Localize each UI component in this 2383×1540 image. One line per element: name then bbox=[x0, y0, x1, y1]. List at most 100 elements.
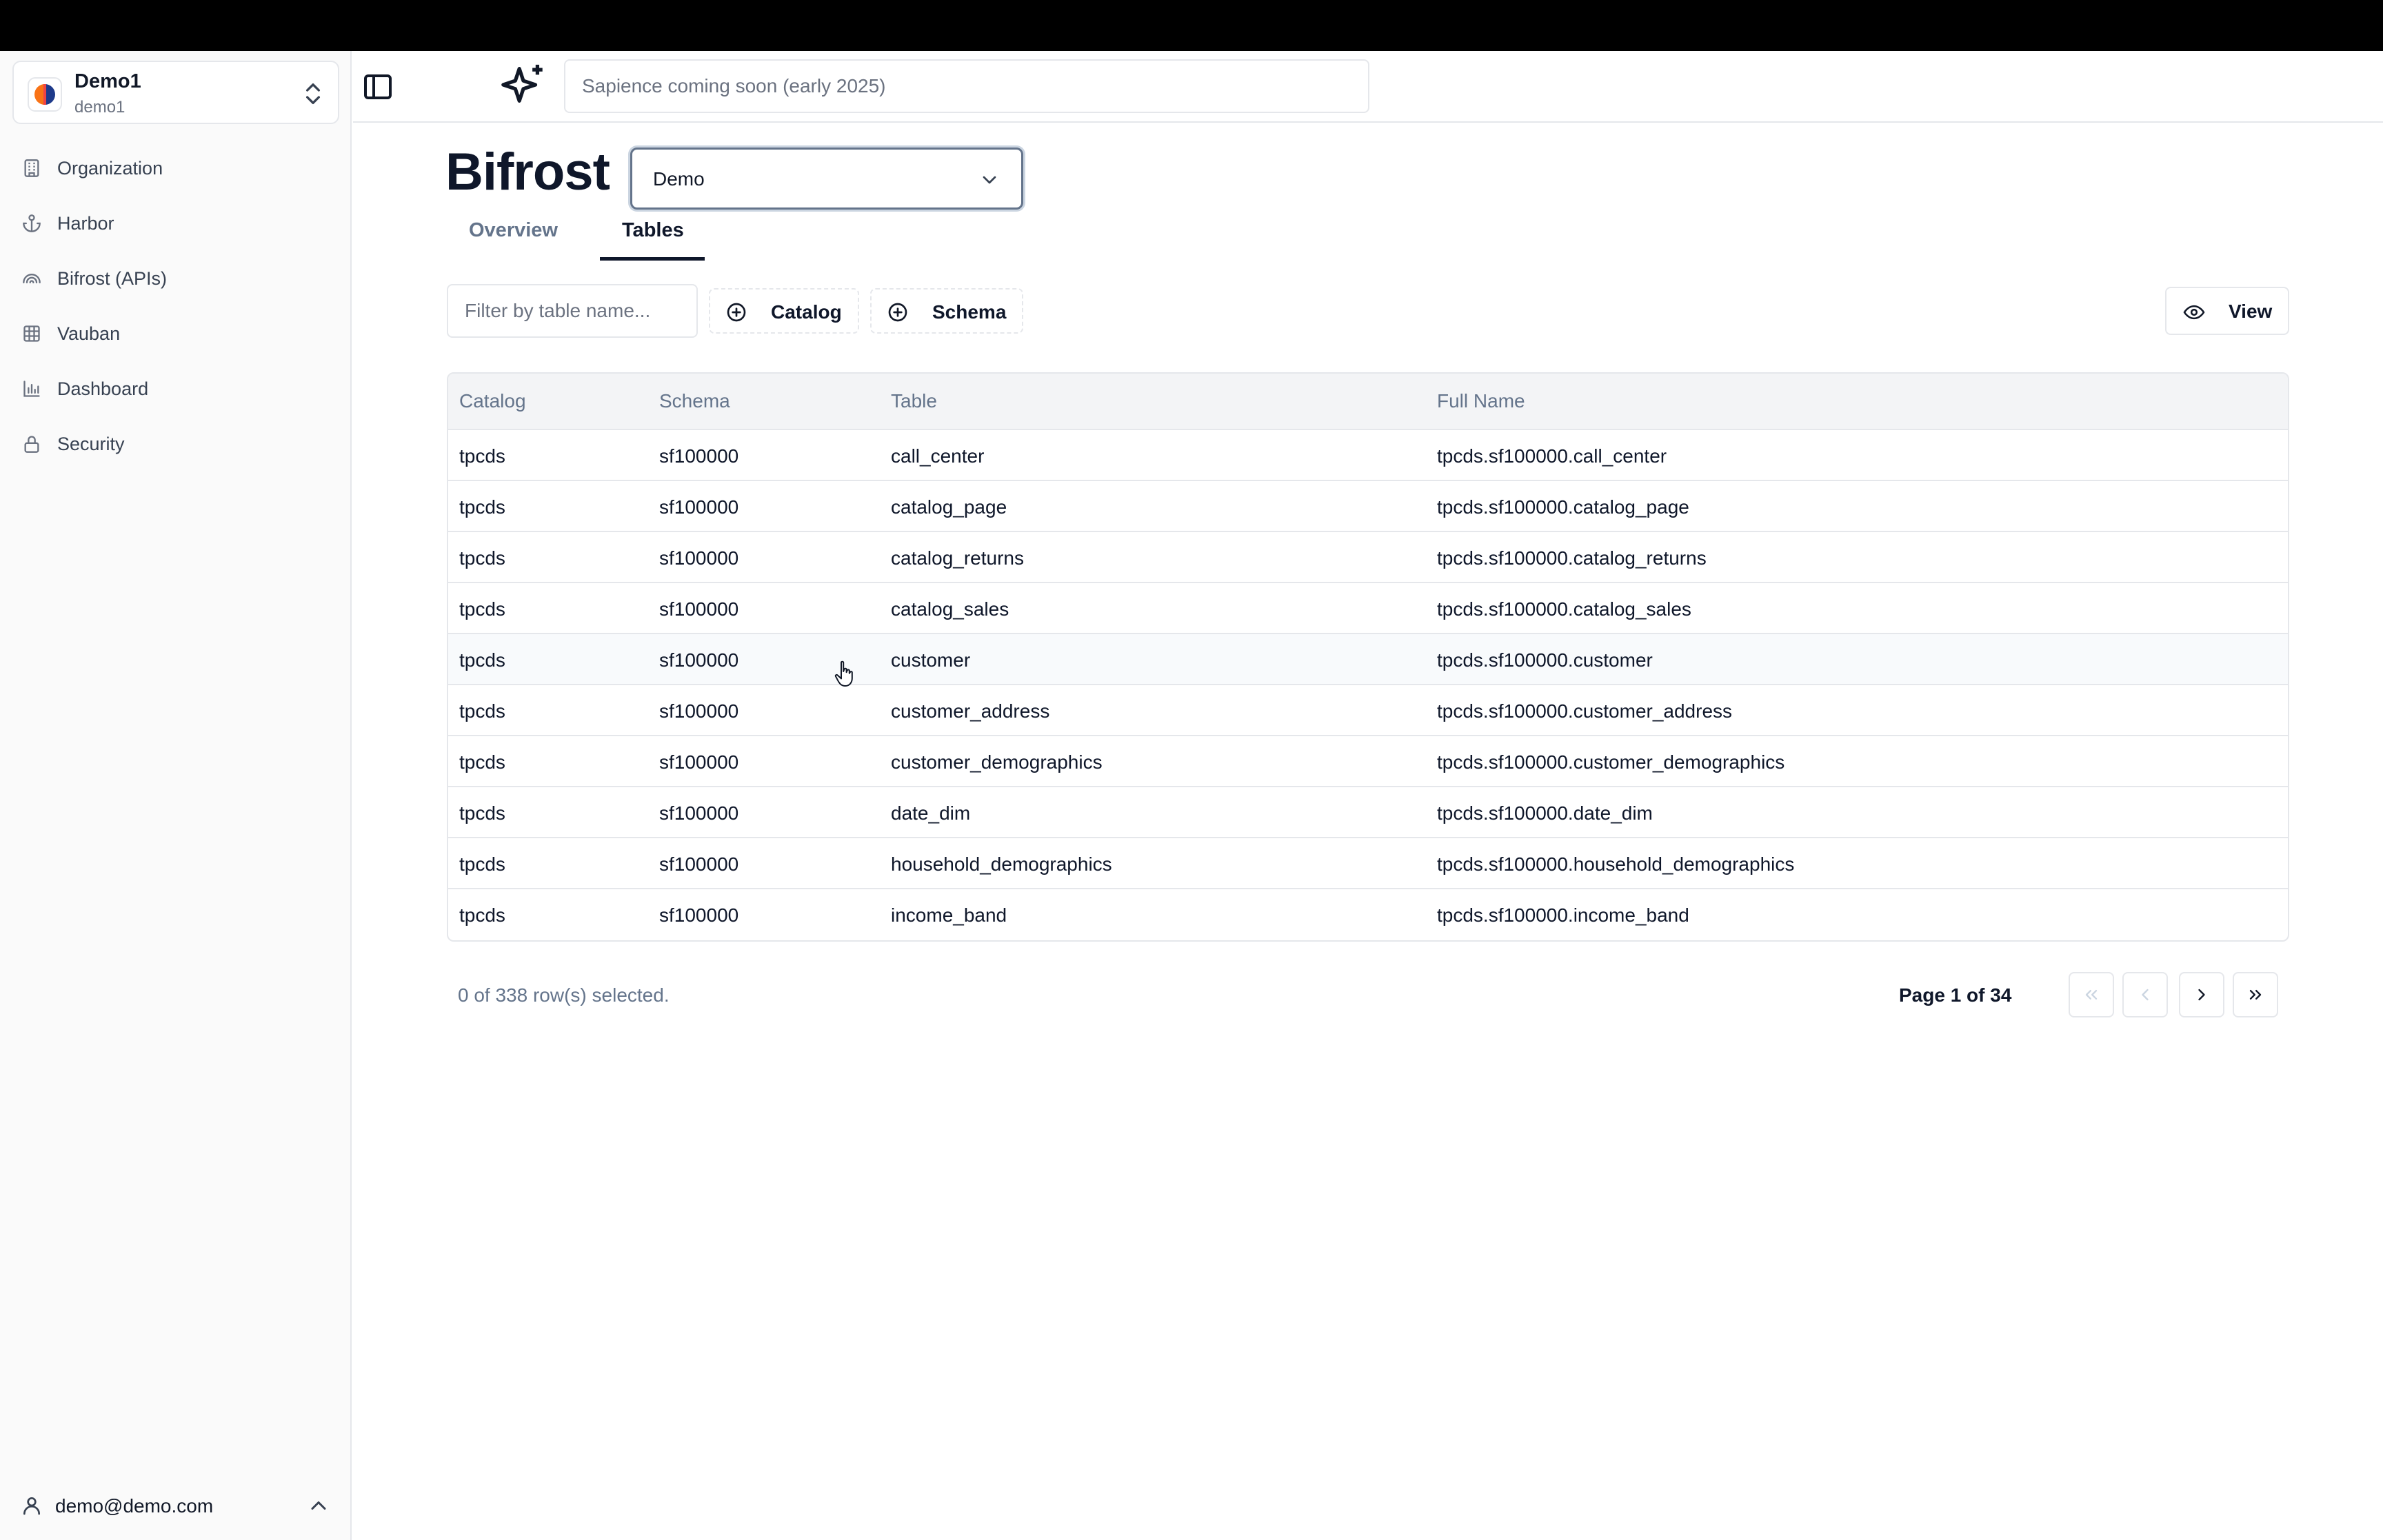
chevrons-up-down-icon bbox=[306, 83, 320, 104]
page-title: Bifrost bbox=[445, 143, 610, 201]
tab-tables[interactable]: Tables bbox=[622, 219, 684, 242]
sidebar-item-security[interactable]: Security bbox=[12, 421, 339, 466]
active-tab-indicator bbox=[600, 257, 705, 261]
cell-catalog: tpcds bbox=[459, 700, 505, 722]
sidebar-item-vauban[interactable]: Vauban bbox=[12, 310, 339, 356]
user-menu[interactable]: demo@demo.com bbox=[12, 1483, 339, 1528]
sparkles-icon bbox=[501, 64, 543, 103]
org-name: Demo1 bbox=[74, 70, 141, 92]
cell-catalog: tpcds bbox=[459, 853, 505, 875]
table-row[interactable]: tpcds sf100000 income_band tpcds.sf10000… bbox=[448, 889, 2288, 940]
tab-overview[interactable]: Overview bbox=[469, 219, 558, 242]
schema-filter-label: Schema bbox=[932, 301, 1007, 323]
previous-page-button[interactable] bbox=[2122, 972, 2168, 1017]
table-row[interactable]: tpcds sf100000 catalog_returns tpcds.sf1… bbox=[448, 532, 2288, 583]
user-email: demo@demo.com bbox=[55, 1495, 214, 1517]
last-page-button[interactable] bbox=[2233, 972, 2278, 1017]
cell-full-name: tpcds.sf100000.catalog_page bbox=[1437, 496, 1689, 518]
sidebar-item-organization[interactable]: Organization bbox=[12, 145, 339, 190]
eye-icon bbox=[2183, 305, 2205, 320]
sidebar-item-label: Harbor bbox=[57, 213, 114, 234]
column-header-table[interactable]: Table bbox=[891, 390, 937, 412]
column-header-catalog[interactable]: Catalog bbox=[459, 390, 526, 412]
table-row[interactable]: tpcds sf100000 catalog_page tpcds.sf1000… bbox=[448, 481, 2288, 532]
top-header bbox=[353, 51, 2383, 123]
cell-table: call_center bbox=[891, 445, 985, 467]
table-row[interactable]: tpcds sf100000 call_center tpcds.sf10000… bbox=[448, 430, 2288, 481]
cell-full-name: tpcds.sf100000.customer_demographics bbox=[1437, 751, 1785, 773]
cell-schema: sf100000 bbox=[659, 802, 739, 824]
environment-select[interactable]: Demo bbox=[630, 148, 1023, 210]
column-header-full-name[interactable]: Full Name bbox=[1437, 390, 1525, 412]
schema-filter-button[interactable]: Schema bbox=[870, 288, 1023, 334]
cell-schema: sf100000 bbox=[659, 547, 739, 569]
table-row[interactable]: tpcds sf100000 customer_demographics tpc… bbox=[448, 736, 2288, 787]
cell-full-name: tpcds.sf100000.customer_address bbox=[1437, 700, 1733, 722]
cell-catalog: tpcds bbox=[459, 751, 505, 773]
first-page-button[interactable] bbox=[2069, 972, 2114, 1017]
cell-catalog: tpcds bbox=[459, 445, 505, 467]
table-row[interactable]: tpcds sf100000 date_dim tpcds.sf100000.d… bbox=[448, 787, 2288, 838]
catalog-filter-button[interactable]: Catalog bbox=[709, 288, 859, 334]
cell-schema: sf100000 bbox=[659, 649, 739, 671]
table-row[interactable]: tpcds sf100000 household_demographics tp… bbox=[448, 838, 2288, 889]
cell-table: catalog_page bbox=[891, 496, 1007, 518]
cell-full-name: tpcds.sf100000.household_demographics bbox=[1437, 853, 1795, 875]
cell-table: household_demographics bbox=[891, 853, 1112, 875]
cell-full-name: tpcds.sf100000.customer bbox=[1437, 649, 1653, 671]
org-switcher[interactable]: Demo1 demo1 bbox=[12, 61, 339, 124]
cell-table: customer bbox=[891, 649, 971, 671]
sapience-input[interactable] bbox=[564, 59, 1369, 113]
cell-table: catalog_sales bbox=[891, 598, 1009, 620]
cell-table: customer_address bbox=[891, 700, 1050, 722]
lock-icon bbox=[24, 436, 39, 453]
cell-schema: sf100000 bbox=[659, 598, 739, 620]
cell-table: date_dim bbox=[891, 802, 971, 824]
view-label: View bbox=[2229, 301, 2273, 322]
user-icon bbox=[23, 1497, 40, 1515]
selection-count: 0 of 338 row(s) selected. bbox=[458, 984, 670, 1006]
sidebar-toggle-icon[interactable] bbox=[361, 70, 394, 103]
cell-table: income_band bbox=[891, 904, 1007, 926]
cell-schema: sf100000 bbox=[659, 751, 739, 773]
table-filter-input[interactable] bbox=[447, 284, 698, 338]
cell-schema: sf100000 bbox=[659, 700, 739, 722]
sidebar-item-harbor[interactable]: Harbor bbox=[12, 200, 339, 245]
cell-full-name: tpcds.sf100000.catalog_returns bbox=[1437, 547, 1707, 569]
cell-catalog: tpcds bbox=[459, 547, 505, 569]
org-slug: demo1 bbox=[74, 98, 125, 116]
cell-schema: sf100000 bbox=[659, 496, 739, 518]
plus-circle-icon bbox=[888, 303, 907, 322]
view-options-button[interactable]: View bbox=[2165, 287, 2289, 335]
next-page-button[interactable] bbox=[2179, 972, 2224, 1017]
catalog-filter-label: Catalog bbox=[771, 301, 842, 323]
plus-circle-icon bbox=[727, 303, 746, 322]
cell-full-name: tpcds.sf100000.income_band bbox=[1437, 904, 1689, 926]
column-header-schema[interactable]: Schema bbox=[659, 390, 730, 412]
sidebar-item-dashboard[interactable]: Dashboard bbox=[12, 365, 339, 411]
sidebar-item-label: Vauban bbox=[57, 323, 121, 344]
sidebar-item-label: Dashboard bbox=[57, 378, 149, 399]
sidebar: Demo1 demo1 Organization Harbor Bifrost … bbox=[0, 51, 352, 1540]
anchor-icon bbox=[23, 214, 41, 232]
bar-chart-icon bbox=[23, 381, 40, 397]
table-row[interactable]: tpcds sf100000 customer tpcds.sf100000.c… bbox=[448, 634, 2288, 685]
table-row[interactable]: tpcds sf100000 customer_address tpcds.sf… bbox=[448, 685, 2288, 736]
cell-catalog: tpcds bbox=[459, 904, 505, 926]
sidebar-item-label: Security bbox=[57, 434, 125, 454]
table-row[interactable]: tpcds sf100000 catalog_sales tpcds.sf100… bbox=[448, 583, 2288, 634]
cell-schema: sf100000 bbox=[659, 904, 739, 926]
rainbow-icon bbox=[23, 274, 41, 283]
chevron-right-icon bbox=[2198, 989, 2205, 1001]
sidebar-item-label: Bifrost (APIs) bbox=[57, 268, 168, 289]
building-icon bbox=[24, 159, 39, 177]
cell-catalog: tpcds bbox=[459, 598, 505, 620]
sidebar-item-bifrost[interactable]: Bifrost (APIs) bbox=[12, 255, 339, 301]
cell-full-name: tpcds.sf100000.call_center bbox=[1437, 445, 1667, 467]
cell-table: customer_demographics bbox=[891, 751, 1103, 773]
cell-table: catalog_returns bbox=[891, 547, 1025, 569]
cell-catalog: tpcds bbox=[459, 649, 505, 671]
environment-value: Demo bbox=[653, 168, 705, 190]
cell-schema: sf100000 bbox=[659, 445, 739, 467]
grid-icon bbox=[23, 325, 40, 342]
